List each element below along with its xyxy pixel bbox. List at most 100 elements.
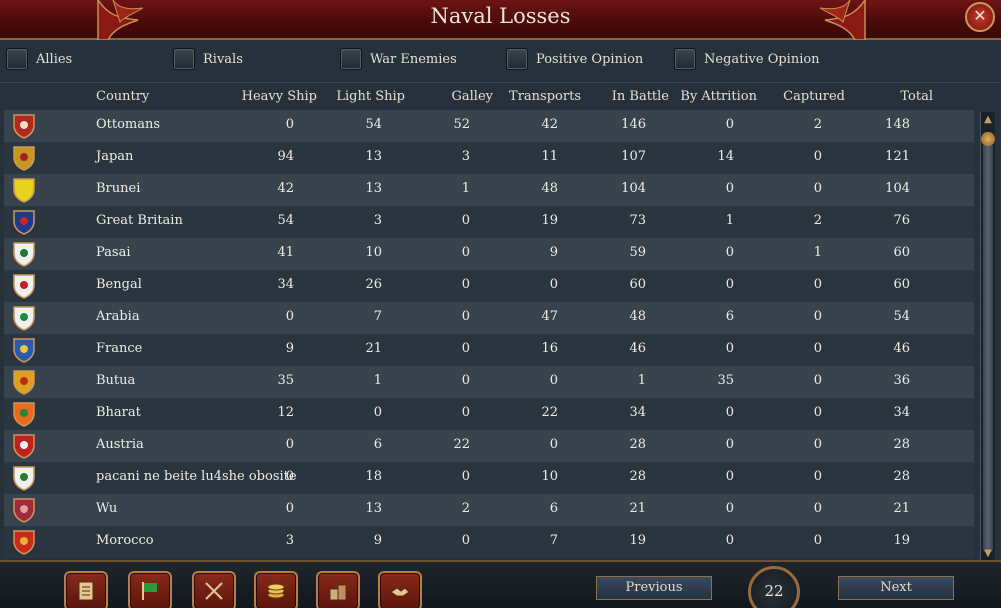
table-row[interactable]: Morocco 3 9 0 7 19 0 0 19 [4, 526, 974, 558]
country-flag-icon[interactable] [12, 273, 36, 299]
country-name[interactable]: Ottomans [96, 117, 160, 132]
col-light-ship[interactable]: Light Ship [336, 89, 405, 104]
col-in-battle[interactable]: In Battle [612, 89, 669, 104]
heavy-ship-cell: 0 [285, 437, 294, 452]
table-row[interactable]: Wu 0 13 2 6 21 0 0 21 [4, 494, 974, 526]
by-attrition-cell: 0 [725, 245, 734, 260]
country-flag-icon[interactable] [12, 401, 36, 427]
country-flag-icon[interactable] [12, 497, 36, 523]
light-ship-cell: 9 [373, 533, 382, 548]
captured-cell: 0 [813, 437, 822, 452]
country-name[interactable]: Austria [96, 437, 144, 452]
war-enemies-checkbox[interactable] [340, 48, 362, 70]
light-ship-cell: 10 [365, 245, 382, 260]
country-name[interactable]: Arabia [96, 309, 140, 324]
country-flag-icon[interactable] [12, 177, 36, 203]
country-flag-icon[interactable] [12, 433, 36, 459]
total-cell: 148 [885, 117, 910, 132]
naval-losses-window: Naval Losses ✕ Allies Rivals War Enemies… [0, 0, 1001, 608]
filter-allies[interactable]: Allies [6, 46, 72, 72]
country-name[interactable]: Pasai [96, 245, 131, 260]
col-galley[interactable]: Galley [452, 89, 494, 104]
country-flag-icon[interactable] [12, 465, 36, 491]
country-flag-icon[interactable] [12, 305, 36, 331]
col-captured[interactable]: Captured [783, 89, 845, 104]
country-name[interactable]: Butua [96, 373, 135, 388]
total-cell: 19 [893, 533, 910, 548]
captured-cell: 0 [813, 469, 822, 484]
country-flag-icon[interactable] [12, 337, 36, 363]
table-row[interactable]: Bengal 34 26 0 0 60 0 0 60 [4, 270, 974, 302]
ledger-button[interactable] [64, 571, 108, 608]
col-heavy-ship[interactable]: Heavy Ship [242, 89, 317, 104]
filter-positive-opinion[interactable]: Positive Opinion [506, 46, 643, 72]
table-row[interactable]: Bharat 12 0 0 22 34 0 0 34 [4, 398, 974, 430]
col-transports[interactable]: Transports [509, 89, 581, 104]
country-flag-icon[interactable] [12, 209, 36, 235]
country-name[interactable]: Wu [96, 501, 117, 516]
scroll-knob[interactable] [981, 132, 995, 146]
captured-cell: 0 [813, 533, 822, 548]
col-country[interactable]: Country [96, 89, 149, 104]
transports-cell: 42 [541, 117, 558, 132]
in-battle-cell: 48 [629, 309, 646, 324]
galley-cell: 3 [461, 149, 470, 164]
by-attrition-cell: 1 [725, 213, 734, 228]
negative-opinion-checkbox[interactable] [674, 48, 696, 70]
scrollbar[interactable]: ▲ ▼ [980, 112, 995, 564]
allies-checkbox[interactable] [6, 48, 28, 70]
country-name[interactable]: Bengal [96, 277, 142, 292]
col-total[interactable]: Total [900, 89, 933, 104]
military-button[interactable] [192, 571, 236, 608]
table-row[interactable]: Butua 35 1 0 0 1 35 0 36 [4, 366, 974, 398]
table-row[interactable]: Pasai 41 10 0 9 59 0 1 60 [4, 238, 974, 270]
country-name[interactable]: Japan [96, 149, 133, 164]
by-attrition-cell: 0 [725, 405, 734, 420]
table-row[interactable]: Ottomans 0 54 52 42 146 0 2 148 [4, 110, 974, 142]
light-ship-cell: 26 [365, 277, 382, 292]
economy-button[interactable] [254, 571, 298, 608]
total-cell: 121 [885, 149, 910, 164]
table-row[interactable]: Austria 0 6 22 0 28 0 0 28 [4, 430, 974, 462]
filter-rivals[interactable]: Rivals [173, 46, 243, 72]
table-row[interactable]: Japan 94 13 3 11 107 14 0 121 [4, 142, 974, 174]
country-flag-icon[interactable] [12, 369, 36, 395]
in-battle-cell: 73 [629, 213, 646, 228]
positive-opinion-checkbox[interactable] [506, 48, 528, 70]
country-flag-icon[interactable] [12, 241, 36, 267]
table-row[interactable]: Arabia 0 7 0 47 48 6 0 54 [4, 302, 974, 334]
filter-negative-opinion[interactable]: Negative Opinion [674, 46, 820, 72]
close-button[interactable]: ✕ [965, 2, 995, 32]
captured-cell: 0 [813, 277, 822, 292]
table-row[interactable]: Brunei 42 13 1 48 104 0 0 104 [4, 174, 974, 206]
table-row[interactable]: pacani ne beite lu4she obosite 0 18 0 10 28 0 0… [4, 462, 974, 494]
filter-label: Rivals [203, 51, 243, 67]
losses-table: Ottomans 0 54 52 42 146 0 2 148 Japan 94 13 3 11 107 14… [4, 110, 974, 558]
previous-button[interactable]: Previous [596, 576, 712, 600]
diplomacy-button[interactable] [378, 571, 422, 608]
country-flag-icon[interactable] [12, 145, 36, 171]
country-name[interactable]: France [96, 341, 142, 356]
country-name[interactable]: Morocco [96, 533, 154, 548]
in-battle-cell: 1 [637, 373, 646, 388]
total-cell: 76 [893, 213, 910, 228]
buildings-button[interactable] [316, 571, 360, 608]
scroll-track[interactable] [983, 132, 993, 552]
scroll-up-arrow-icon[interactable]: ▲ [982, 114, 994, 128]
rivals-checkbox[interactable] [173, 48, 195, 70]
buildings-icon [329, 584, 347, 601]
col-by-attrition[interactable]: By Attrition [680, 89, 757, 104]
flag-button[interactable] [128, 571, 172, 608]
country-name[interactable]: Great Britain [96, 213, 183, 228]
country-flag-icon[interactable] [12, 113, 36, 139]
bottom-bar: Previous 22 Next [0, 560, 1001, 608]
table-row[interactable]: Great Britain 54 3 0 19 73 1 2 76 [4, 206, 974, 238]
country-name[interactable]: Brunei [96, 181, 140, 196]
country-name[interactable]: Bharat [96, 405, 141, 420]
filter-war-enemies[interactable]: War Enemies [340, 46, 457, 72]
table-row[interactable]: France 9 21 0 16 46 0 0 46 [4, 334, 974, 366]
captured-cell: 0 [813, 405, 822, 420]
country-flag-icon[interactable] [12, 529, 36, 555]
next-button[interactable]: Next [838, 576, 954, 600]
in-battle-cell: 146 [621, 117, 646, 132]
